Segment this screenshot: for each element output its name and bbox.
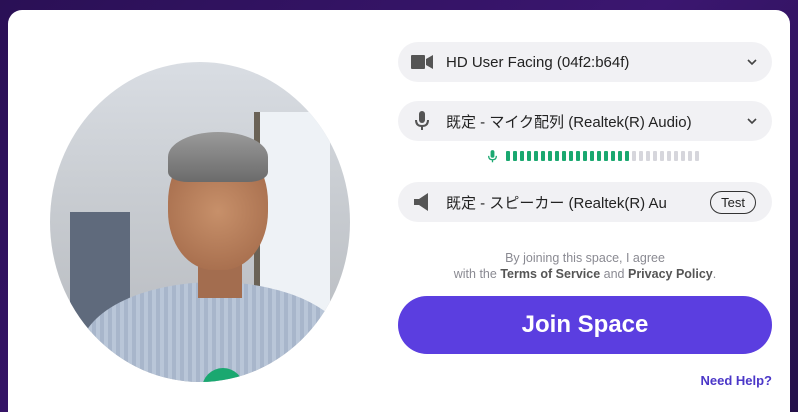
privacy-policy-link[interactable]: Privacy Policy — [628, 267, 713, 281]
mic-level-segment — [625, 151, 629, 161]
mic-level-segment — [653, 151, 657, 161]
join-space-button[interactable]: Join Space — [398, 296, 772, 354]
mic-level-segment — [576, 151, 580, 161]
mic-level-segment — [618, 151, 622, 161]
terms-period: . — [712, 267, 717, 281]
mic-level-segment — [681, 151, 685, 161]
mic-level-segment — [646, 151, 650, 161]
mic-level-segment — [583, 151, 587, 161]
mic-icon-wrapper — [398, 111, 446, 131]
camera-select[interactable]: HD User Facing (04f2:b64f) — [398, 42, 772, 82]
need-help-link[interactable]: Need Help? — [700, 373, 772, 388]
chevron-down-icon — [732, 117, 772, 125]
mic-level-segment — [562, 151, 566, 161]
microphone-select[interactable]: 既定 - マイク配列 (Realtek(R) Audio) — [398, 101, 772, 141]
speaker-select[interactable]: 既定 - スピーカー (Realtek(R) Au Test — [398, 182, 772, 222]
camera-device-label: HD User Facing (04f2:b64f) — [446, 53, 630, 71]
mic-level-segment — [695, 151, 699, 161]
mic-level-segment — [639, 151, 643, 161]
mic-level-segment — [597, 151, 601, 161]
mic-level-segment — [555, 151, 559, 161]
terms-of-service-link[interactable]: Terms of Service — [500, 267, 600, 281]
video-camera-icon — [411, 55, 433, 69]
terms-and: and — [603, 267, 625, 281]
speaker-icon-wrapper — [398, 193, 446, 211]
mic-level-segment — [674, 151, 678, 161]
microphone-icon — [488, 149, 497, 162]
chevron-down-icon — [732, 58, 772, 66]
speaker-device-label: 既定 - スピーカー (Realtek(R) Au — [446, 194, 667, 212]
mic-level-segment — [548, 151, 552, 161]
speaker-icon — [414, 193, 428, 211]
terms-prefix: with the — [453, 267, 497, 281]
terms-line-1: By joining this space, I agree — [505, 251, 665, 265]
mic-level-segment — [590, 151, 594, 161]
mic-level-segment — [632, 151, 636, 161]
camera-icon-wrapper — [398, 55, 446, 69]
mic-level-segment — [541, 151, 545, 161]
video-person-hair — [168, 132, 268, 182]
mic-level-segment — [688, 151, 692, 161]
test-speaker-button[interactable]: Test — [710, 190, 756, 214]
mic-level-segment — [513, 151, 517, 161]
mic-level-segment — [660, 151, 664, 161]
mic-level-segment — [520, 151, 524, 161]
mic-level-segment — [534, 151, 538, 161]
mic-level-segment — [604, 151, 608, 161]
mic-level-segment — [506, 151, 510, 161]
mic-level-segment — [611, 151, 615, 161]
mic-level-segment — [569, 151, 573, 161]
microphone-device-label: 既定 - マイク配列 (Realtek(R) Audio) — [446, 113, 692, 131]
microphone-icon — [286, 379, 292, 382]
mic-level-segment — [667, 151, 671, 161]
terms-line-2: with the Terms of Service and Privacy Po… — [398, 266, 772, 282]
mic-level-segment — [527, 151, 531, 161]
self-video-preview — [50, 62, 350, 382]
terms-notice: By joining this space, I agree with the … — [398, 250, 772, 282]
microphone-icon — [415, 111, 429, 130]
mic-level-meter — [488, 148, 699, 164]
